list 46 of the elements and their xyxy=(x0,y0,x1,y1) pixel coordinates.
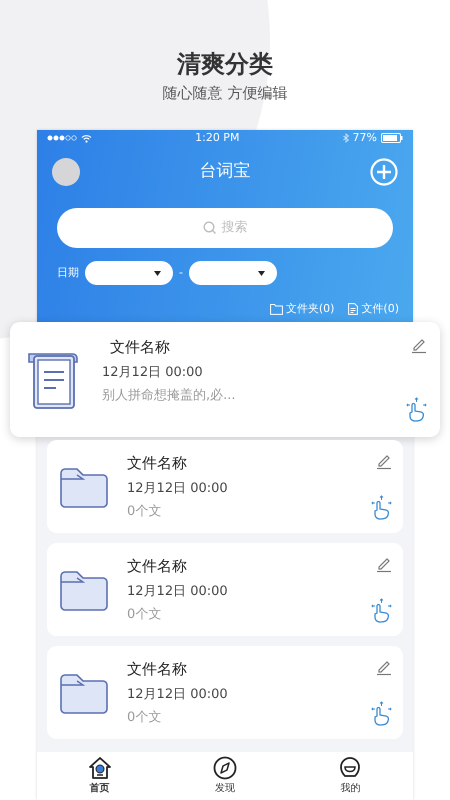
end-date-dropdown[interactable] xyxy=(188,261,277,285)
caret-icon xyxy=(154,270,161,276)
search-icon xyxy=(202,221,216,235)
item-date: 12月12日 00:00 xyxy=(102,364,204,382)
headline: 清爽分类 xyxy=(176,49,274,80)
drag-hand-icon[interactable] xyxy=(406,397,428,423)
item-file-count: 0个文 xyxy=(127,709,162,727)
item-preview: 别人拼命想掩盖的,必... xyxy=(102,387,237,405)
drag-hand-icon[interactable] xyxy=(371,701,393,727)
item-name: 文件名称 xyxy=(127,453,188,474)
app-title: 台词宝 xyxy=(200,160,250,184)
folder-card[interactable]: 文件名称 12月12日 00:00 0个文 xyxy=(47,440,403,533)
bluetooth-icon xyxy=(342,133,349,143)
avatar[interactable] xyxy=(52,158,80,186)
date-separator: - xyxy=(179,264,183,281)
document-icon xyxy=(348,303,358,316)
compass-icon xyxy=(212,756,237,780)
folder-icon xyxy=(270,303,283,316)
item-name: 文件名称 xyxy=(127,556,188,577)
drag-hand-icon[interactable] xyxy=(371,598,393,624)
status-time: 1:20 PM xyxy=(195,130,240,146)
subtitle: 随心随意 方便编辑 xyxy=(162,83,288,104)
battery-icon xyxy=(381,133,403,143)
tab[interactable]: 首页 xyxy=(37,752,162,800)
start-date-dropdown[interactable] xyxy=(85,261,173,285)
item-name: 文件名称 xyxy=(109,337,171,358)
wifi-icon xyxy=(81,134,92,142)
folder-card[interactable]: 文件名称 12月12日 00:00 0个文 xyxy=(47,543,403,636)
tab[interactable]: 我的 xyxy=(288,752,413,800)
item-date: 12月12日 00:00 xyxy=(127,582,229,600)
signal-icon xyxy=(47,135,77,141)
item-file-count: 0个文 xyxy=(127,503,162,521)
date-label: 日期 xyxy=(57,264,79,281)
tab[interactable]: 发现 xyxy=(162,752,288,800)
folder-card[interactable]: 文件名称 12月12日 00:00 0个文 xyxy=(47,646,403,739)
drag-hand-icon[interactable] xyxy=(371,495,393,521)
home-icon xyxy=(86,756,113,780)
item-file-count: 0个文 xyxy=(127,606,162,624)
file-card[interactable]: 文件名称 12月12日 00:00 别人拼命想掩盖的,必... xyxy=(10,322,440,437)
item-name: 文件名称 xyxy=(127,659,188,680)
battery-percent: 77% xyxy=(352,130,377,146)
caret-icon xyxy=(258,270,265,276)
add-icon[interactable] xyxy=(370,158,398,186)
item-date: 12月12日 00:00 xyxy=(127,686,229,704)
face-icon xyxy=(338,756,362,780)
item-date: 12月12日 00:00 xyxy=(127,480,229,498)
